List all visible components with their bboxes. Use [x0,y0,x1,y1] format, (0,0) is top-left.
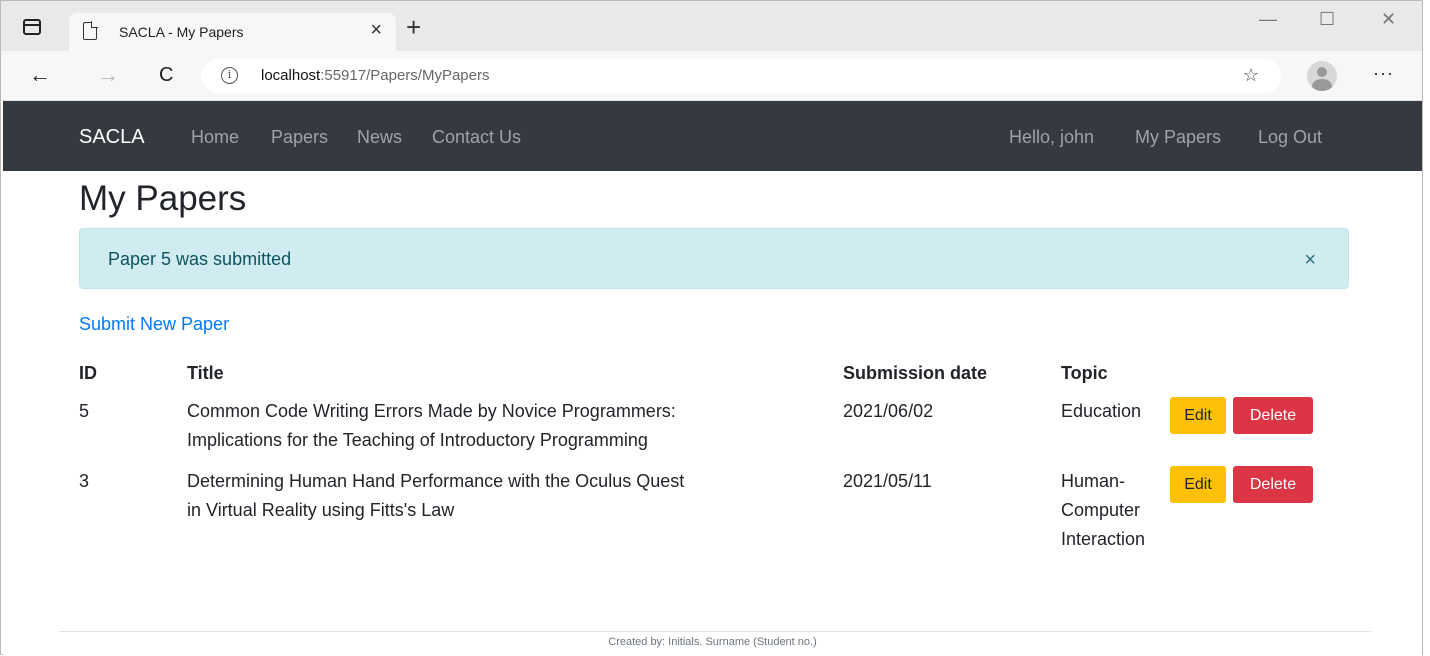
forward-icon[interactable]: → [97,63,119,87]
column-header-title: Title [187,363,224,383]
tab-title: SACLA - My Papers [119,24,244,40]
row-1-title-line-1: Common Code Writing Errors Made by Novic… [187,401,676,421]
column-header-topic: Topic [1061,363,1108,383]
nav-contact-link[interactable]: Contact Us [432,127,521,148]
url-path: :55917/Papers/MyPapers [320,67,490,84]
row-2-topic-line-3: Interaction [1061,529,1146,549]
address-bar[interactable]: i localhost:55917/Papers/MyPapers ☆ [201,59,1281,93]
nav-my-papers-link[interactable]: My Papers [1135,127,1221,148]
reload-icon[interactable]: C [159,63,173,87]
maximize-icon[interactable]: ☐ [1319,9,1335,29]
alert-close-icon[interactable]: × [1304,249,1316,272]
tab-active[interactable]: SACLA - My Papers × [69,13,396,51]
row-1-title-line-2: Implications for the Teaching of Introdu… [187,430,648,450]
nav-home-link[interactable]: Home [191,127,239,148]
row-2-title-line-2: in Virtual Reality using Fitts's Law [187,500,455,520]
nav-papers-link[interactable]: Papers [271,127,328,148]
row-2-title: Determining Human Hand Performance with … [187,467,684,525]
footer-text: Created by: Initials. Surname (Student n… [608,636,817,648]
row-2-topic-line-1: Human- [1061,471,1126,491]
row-2-topic: Human- Computer Interaction [1061,467,1145,554]
row-1-delete-button[interactable]: Delete [1233,397,1313,434]
row-1-date: 2021/06/02 [843,401,934,421]
info-icon[interactable]: i [221,67,238,84]
row-2-topic-line-2: Computer [1061,500,1141,520]
url-text[interactable]: localhost:55917/Papers/MyPapers [261,67,489,84]
minimize-icon[interactable]: — [1259,9,1277,29]
alert-message: Paper 5 was submitted [108,249,292,269]
row-2-title-line-1: Determining Human Hand Performance with … [187,471,685,491]
row-1-topic: Education [1061,401,1142,421]
user-greeting-link[interactable]: Hello, john [1009,127,1094,148]
profile-avatar-icon[interactable] [1307,61,1337,91]
footer-divider [59,631,1371,632]
row-1-title: Common Code Writing Errors Made by Novic… [187,397,676,455]
row-2-id: 3 [79,471,90,491]
page-title: My Papers [79,179,247,218]
back-icon[interactable]: ← [29,63,51,87]
tab-actions-icon[interactable] [23,19,41,35]
browser-window: SACLA - My Papers × + — ☐ ✕ ← → C i loca… [0,0,1423,656]
site-navbar: SACLA Home Papers News Contact Us Hello,… [3,101,1422,171]
url-host: localhost [261,67,321,84]
nav-news-link[interactable]: News [357,127,402,148]
row-2-date: 2021/05/11 [843,471,932,491]
new-tab-icon[interactable]: + [406,14,421,40]
row-1-id: 5 [79,401,90,421]
web-page: SACLA Home Papers News Contact Us Hello,… [3,101,1422,656]
close-window-icon[interactable]: ✕ [1381,9,1396,29]
row-2-edit-button[interactable]: Edit [1170,466,1226,503]
favorites-icon[interactable]: ☆ [1243,65,1259,86]
brand-link[interactable]: SACLA [79,126,145,149]
address-toolbar: ← → C i localhost:55917/Papers/MyPapers … [1,51,1422,101]
column-header-id: ID [79,363,97,383]
column-header-date: Submission date [843,363,988,383]
tab-strip: SACLA - My Papers × + — ☐ ✕ [1,1,1422,51]
row-2-delete-button[interactable]: Delete [1233,466,1313,503]
success-alert: Paper 5 was submitted × [79,228,1349,289]
more-menu-icon[interactable]: ··· [1373,63,1394,84]
tab-close-icon[interactable]: × [370,20,382,40]
logout-link[interactable]: Log Out [1258,127,1322,148]
page-icon [83,21,98,40]
submit-new-paper-link[interactable]: Submit New Paper [79,314,229,335]
row-1-edit-button[interactable]: Edit [1170,397,1226,434]
